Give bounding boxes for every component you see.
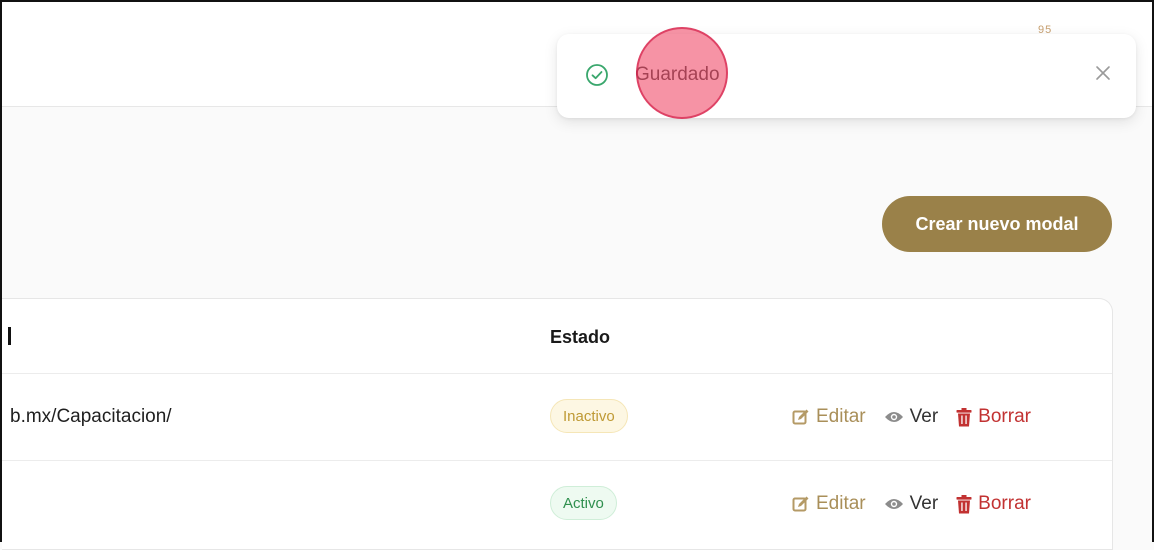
status-badge: Activo	[550, 486, 617, 520]
delete-button[interactable]: Borrar	[956, 493, 1031, 515]
avatar[interactable]: 95	[1038, 24, 1064, 34]
trash-icon	[956, 494, 972, 513]
close-icon[interactable]	[1092, 62, 1114, 84]
create-modal-button[interactable]: Crear nuevo modal	[882, 196, 1112, 252]
table-row: b.mx/Capacitacion/ Inactivo Editar Ver B…	[2, 374, 1112, 461]
eye-icon	[884, 412, 903, 422]
edit-label: Editar	[816, 493, 866, 514]
edit-button[interactable]: Editar	[792, 493, 866, 515]
column-header-estado: Estado	[550, 327, 611, 347]
success-toast: Guardado	[557, 34, 1136, 118]
row-url: b.mx/Capacitacion/	[10, 406, 172, 427]
status-badge: Inactivo	[550, 399, 628, 433]
modals-table: Estado b.mx/Capacitacion/ Inactivo Edita…	[2, 298, 1113, 550]
toast-message: Guardado	[635, 64, 720, 85]
view-button[interactable]: Ver	[884, 493, 939, 515]
edit-icon	[792, 409, 809, 425]
edit-icon	[792, 496, 809, 512]
edit-button[interactable]: Editar	[792, 406, 866, 428]
delete-button[interactable]: Borrar	[956, 406, 1031, 428]
view-label: Ver	[909, 406, 939, 427]
table-header: Estado	[2, 299, 1112, 374]
check-circle-icon	[586, 64, 608, 86]
row-actions: Editar Ver Borrar	[792, 406, 1031, 428]
view-button[interactable]: Ver	[884, 406, 939, 428]
table-row: Activo Editar Ver Borrar	[2, 461, 1112, 547]
delete-label: Borrar	[978, 406, 1031, 427]
column-header-partial	[8, 327, 11, 345]
delete-label: Borrar	[978, 493, 1031, 514]
edit-label: Editar	[816, 406, 866, 427]
view-label: Ver	[909, 493, 939, 514]
eye-icon	[884, 499, 903, 509]
trash-icon	[956, 407, 972, 426]
row-actions: Editar Ver Borrar	[792, 493, 1031, 515]
